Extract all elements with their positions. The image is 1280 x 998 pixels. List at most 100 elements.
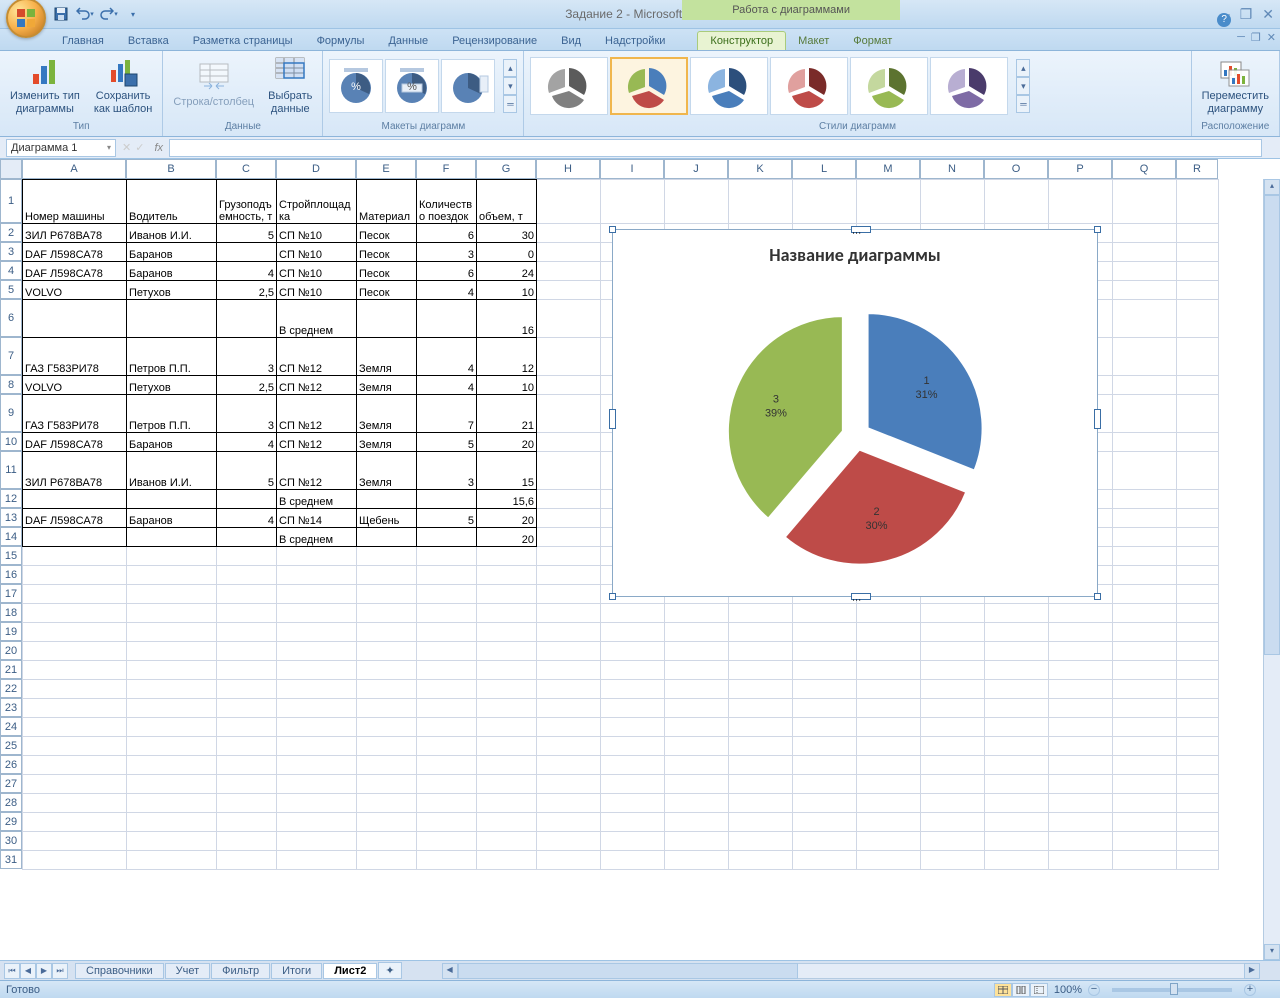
chart-style-5[interactable]	[850, 57, 928, 115]
row-header-22[interactable]: 22	[0, 679, 22, 698]
zoom-out-button[interactable]: −	[1088, 984, 1100, 996]
scroll-up-button[interactable]: ▴	[1264, 179, 1280, 195]
col-header-P[interactable]: P	[1048, 159, 1112, 179]
tab-addins[interactable]: Надстройки	[593, 32, 677, 50]
row-header-27[interactable]: 27	[0, 774, 22, 793]
col-header-H[interactable]: H	[536, 159, 600, 179]
view-normal-button[interactable]	[994, 983, 1012, 997]
col-header-N[interactable]: N	[920, 159, 984, 179]
layouts-scroll-up[interactable]: ▴	[503, 59, 517, 77]
help-icon[interactable]: ?	[1217, 13, 1231, 27]
tab-insert[interactable]: Вставка	[116, 32, 181, 50]
col-header-L[interactable]: L	[792, 159, 856, 179]
tab-review[interactable]: Рецензирование	[440, 32, 549, 50]
qat-customize-button[interactable]: ▾	[122, 3, 144, 25]
doc-minimize-button[interactable]: ─	[1237, 31, 1245, 44]
row-header-15[interactable]: 15	[0, 546, 22, 565]
hscroll-right-button[interactable]: ▶	[1244, 963, 1260, 979]
sheet-nav-next[interactable]: ▶	[36, 963, 52, 979]
col-header-A[interactable]: A	[22, 159, 126, 179]
move-chart-button[interactable]: Переместить диаграмму	[1198, 54, 1273, 118]
col-header-F[interactable]: F	[416, 159, 476, 179]
styles-more[interactable]: ═	[1016, 95, 1030, 113]
sheet-tab-Учет[interactable]: Учет	[165, 963, 211, 979]
row-header-16[interactable]: 16	[0, 565, 22, 584]
row-header-20[interactable]: 20	[0, 641, 22, 660]
zoom-level[interactable]: 100%	[1054, 984, 1082, 996]
styles-scroll-down[interactable]: ▾	[1016, 77, 1030, 95]
tab-formulas[interactable]: Формулы	[305, 32, 377, 50]
view-pagelayout-button[interactable]	[1012, 983, 1030, 997]
col-header-O[interactable]: O	[984, 159, 1048, 179]
col-header-Q[interactable]: Q	[1112, 159, 1176, 179]
col-header-E[interactable]: E	[356, 159, 416, 179]
row-header-5[interactable]: 5	[0, 280, 22, 299]
formula-input[interactable]	[169, 139, 1262, 157]
row-header-30[interactable]: 30	[0, 831, 22, 850]
row-header-25[interactable]: 25	[0, 736, 22, 755]
styles-scroll-up[interactable]: ▴	[1016, 59, 1030, 77]
sheet-tab-Фильтр[interactable]: Фильтр	[211, 963, 270, 979]
row-header-1[interactable]: 1	[0, 179, 22, 223]
horizontal-scrollbar[interactable]: ◀ ▶	[442, 963, 1260, 979]
chart-title[interactable]: Название диаграммы	[613, 244, 1097, 266]
row-header-17[interactable]: 17	[0, 584, 22, 603]
restore-button[interactable]: ❐	[1238, 6, 1255, 23]
row-header-3[interactable]: 3	[0, 242, 22, 261]
tab-home[interactable]: Главная	[50, 32, 116, 50]
row-header-9[interactable]: 9	[0, 394, 22, 432]
pie-chart-plot[interactable]: 131%230%339%	[613, 266, 1099, 586]
doc-restore-button[interactable]: ❐	[1251, 31, 1261, 44]
chart-style-1[interactable]	[530, 57, 608, 115]
worksheet-grid[interactable]: ABCDEFGHIJKLMNOPQR 123456789101112131415…	[0, 159, 1280, 960]
sheet-tab-Справочники[interactable]: Справочники	[75, 963, 164, 979]
close-button[interactable]: ✕	[1260, 6, 1276, 23]
tab-view[interactable]: Вид	[549, 32, 593, 50]
chart-layout-3[interactable]	[441, 59, 495, 113]
row-header-29[interactable]: 29	[0, 812, 22, 831]
undo-button[interactable]: ▾	[74, 3, 96, 25]
vscroll-thumb[interactable]	[1264, 195, 1280, 655]
tab-layout[interactable]: Макет	[786, 32, 841, 50]
chart-style-6[interactable]	[930, 57, 1008, 115]
row-header-28[interactable]: 28	[0, 793, 22, 812]
tab-format[interactable]: Формат	[841, 32, 904, 50]
redo-button[interactable]: ▾	[98, 3, 120, 25]
new-sheet-button[interactable]: ✦	[378, 962, 401, 979]
row-header-11[interactable]: 11	[0, 451, 22, 489]
name-box[interactable]: Диаграмма 1▾	[6, 139, 116, 157]
sheet-tab-Лист2[interactable]: Лист2	[323, 963, 377, 979]
col-header-J[interactable]: J	[664, 159, 728, 179]
layouts-more[interactable]: ═	[503, 95, 517, 113]
row-header-24[interactable]: 24	[0, 717, 22, 736]
row-header-19[interactable]: 19	[0, 622, 22, 641]
embedded-chart[interactable]: ∙∙∙∙∙∙ Название диаграммы 131%230%339%	[612, 229, 1098, 597]
col-header-R[interactable]: R	[1176, 159, 1218, 179]
change-chart-type-button[interactable]: Изменить тип диаграммы	[6, 54, 84, 118]
save-as-template-button[interactable]: Сохранить как шаблон	[90, 54, 157, 118]
zoom-in-button[interactable]: +	[1244, 984, 1256, 996]
row-header-4[interactable]: 4	[0, 261, 22, 280]
row-header-26[interactable]: 26	[0, 755, 22, 774]
sheet-nav-last[interactable]: ⏭	[52, 963, 68, 979]
row-header-21[interactable]: 21	[0, 660, 22, 679]
save-button[interactable]	[50, 3, 72, 25]
view-pagebreak-button[interactable]	[1030, 983, 1048, 997]
row-header-12[interactable]: 12	[0, 489, 22, 508]
row-header-8[interactable]: 8	[0, 375, 22, 394]
sheet-nav-first[interactable]: ⏮	[4, 963, 20, 979]
tab-data[interactable]: Данные	[376, 32, 440, 50]
col-header-M[interactable]: M	[856, 159, 920, 179]
select-all-corner[interactable]	[0, 159, 22, 179]
tab-pagelayout[interactable]: Разметка страницы	[181, 32, 305, 50]
col-header-G[interactable]: G	[476, 159, 536, 179]
row-header-13[interactable]: 13	[0, 508, 22, 527]
row-header-7[interactable]: 7	[0, 337, 22, 375]
col-header-K[interactable]: K	[728, 159, 792, 179]
zoom-slider[interactable]	[1112, 988, 1232, 992]
row-header-18[interactable]: 18	[0, 603, 22, 622]
col-header-B[interactable]: B	[126, 159, 216, 179]
row-header-2[interactable]: 2	[0, 223, 22, 242]
row-header-23[interactable]: 23	[0, 698, 22, 717]
tab-design[interactable]: Конструктор	[697, 31, 786, 50]
